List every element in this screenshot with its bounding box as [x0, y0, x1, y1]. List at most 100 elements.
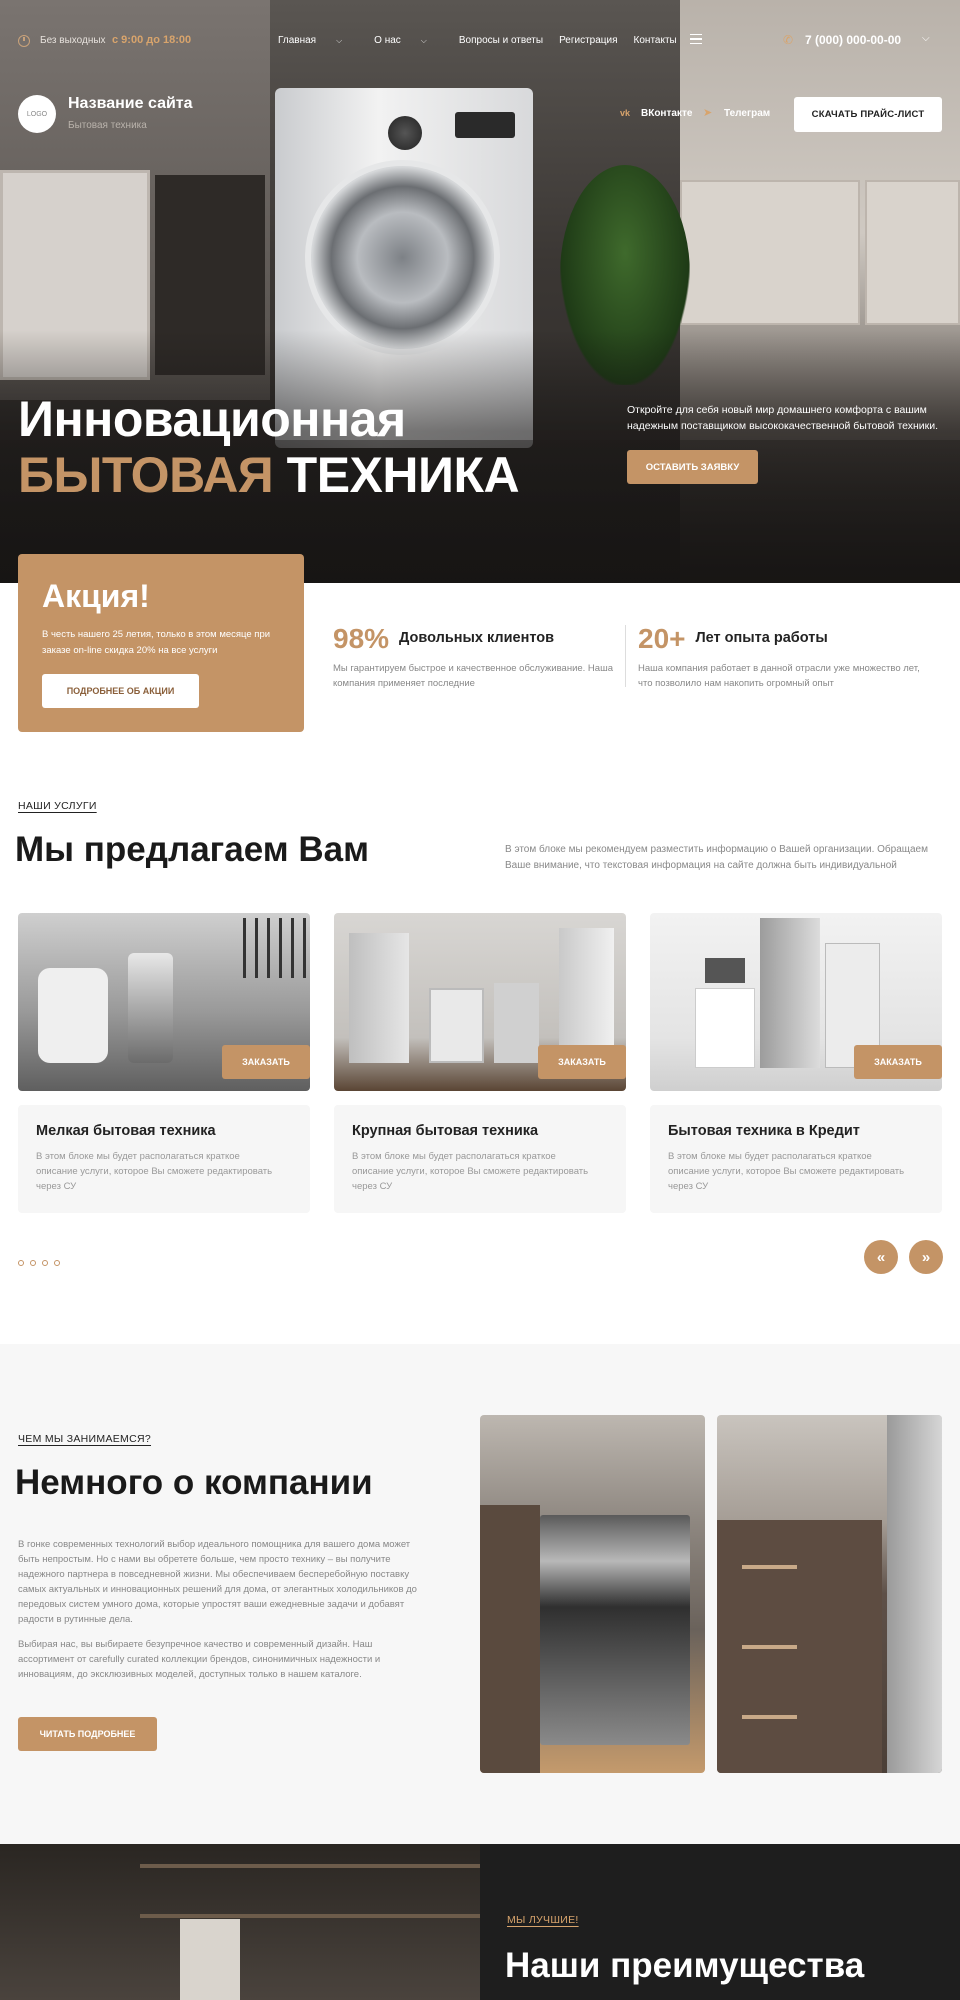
pagination-dot[interactable] [42, 1260, 48, 1266]
washer-knob [388, 116, 422, 150]
nav-item-faq[interactable]: Вопросы и ответы [459, 35, 543, 46]
clock-icon [18, 35, 30, 47]
promo-card: Акция! В честь нашего 25 летия, только в… [18, 554, 304, 732]
slider-pagination [18, 1260, 60, 1266]
site-tagline: Бытовая техника [68, 120, 147, 131]
nav-item-register[interactable]: Регистрация [559, 35, 617, 46]
download-price-button[interactable]: СКАЧАТЬ ПРАЙС-ЛИСТ [794, 97, 942, 132]
stat-label: Лет опыта работы [695, 630, 828, 646]
nav-item-contacts[interactable]: Контакты [634, 35, 677, 46]
service-card[interactable]: Мелкая бытовая техника В этом блоке мы б… [18, 1105, 310, 1213]
services-title: Мы предлагаем Вам [15, 830, 369, 869]
service-title: Бытовая техника в Кредит [668, 1123, 860, 1139]
order-button[interactable]: ЗАКАЗАТЬ [222, 1045, 310, 1079]
hero-title-line1: Инновационная [18, 391, 406, 447]
slider-prev-button[interactable]: « [864, 1240, 898, 1274]
service-text: В этом блоке мы будет располагаться крат… [352, 1151, 589, 1192]
phone-icon: ✆ [783, 33, 794, 47]
stat-text: Наша компания работает в данной отрасли … [638, 663, 920, 689]
fridge-shape [887, 1415, 942, 1773]
working-hours: с 9:00 до 18:00 [112, 34, 192, 46]
nav-item-about[interactable]: О нас ⌵ [374, 35, 443, 46]
order-button[interactable]: ЗАКАЗАТЬ [538, 1045, 626, 1079]
chevron-down-icon[interactable]: ⌵ [922, 33, 930, 44]
fridge-shape [559, 928, 614, 1063]
vk-icon[interactable]: vk [620, 108, 630, 118]
services-description: В этом блоке мы рекомендуем разместить и… [505, 844, 928, 871]
promo-title: Акция! [42, 578, 150, 614]
utensils-shape [243, 918, 308, 978]
advantages-title: Наши преимущества [505, 1946, 865, 1985]
main-nav: Главная ⌵ О нас ⌵ Вопросы и ответы Регистр… [278, 35, 693, 46]
about-paragraph: Выбирая нас, вы выбираете безупречное ка… [18, 1639, 381, 1680]
stove-shape [429, 988, 484, 1063]
hero-title-rest: ТЕХНИКА [286, 447, 520, 503]
microwave-shape [705, 958, 745, 983]
handle-shape [742, 1715, 797, 1719]
about-eyebrow: ЧЕМ МЫ ЗАНИМАЕМСЯ? [18, 1433, 152, 1445]
cabinet-shape [480, 1505, 540, 1773]
about-paragraph: В гонке современных технологий выбор иде… [18, 1539, 417, 1625]
stove-shape [540, 1515, 690, 1745]
nav-label: О нас [374, 35, 401, 46]
about-text: В гонке современных технологий выбор иде… [18, 1537, 428, 1692]
chevron-down-icon: ⌵ [420, 36, 427, 45]
stat-value: 98% [333, 623, 390, 654]
service-text: В этом блоке мы будет располагаться крат… [668, 1151, 905, 1192]
washer-shape [695, 988, 755, 1068]
about-title: Немного о компании [15, 1463, 373, 1502]
stat-value: 20+ [638, 623, 686, 654]
telegram-icon[interactable]: ➤ [703, 106, 712, 119]
service-image-credit: ЗАКАЗАТЬ [650, 913, 942, 1091]
services-eyebrow: НАШИ УСЛУГИ [18, 800, 97, 812]
pagination-dot[interactable] [30, 1260, 36, 1266]
about-image-cabinets [717, 1415, 942, 1773]
washer-shape [494, 983, 539, 1063]
leave-request-button[interactable]: ОСТАВИТЬ ЗАЯВКУ [627, 450, 758, 484]
advantages-eyebrow: МЫ ЛУЧШИЕ! [507, 1914, 579, 1926]
service-card[interactable]: Крупная бытовая техника В этом блоке мы … [334, 1105, 626, 1213]
stats-divider [625, 625, 626, 687]
handle-shape [742, 1565, 797, 1569]
blender-shape [128, 953, 173, 1063]
chevron-down-icon: ⌵ [336, 36, 343, 45]
stat-clients: 98% Довольных клиентов Мы гарантируем быс… [333, 623, 623, 691]
mixer-shape [38, 968, 108, 1063]
fridge-shape [760, 918, 820, 1068]
washer-drum [305, 160, 500, 355]
order-button[interactable]: ЗАКАЗАТЬ [854, 1045, 942, 1079]
hero-title-accent: БЫТОВАЯ [18, 447, 274, 503]
hero-section: Без выходных с 9:00 до 18:00 Главная ⌵ О … [0, 0, 960, 583]
nav-label: Главная [278, 35, 317, 46]
slider-next-button[interactable]: » [909, 1240, 943, 1274]
stat-label: Довольных клиентов [399, 630, 555, 646]
nav-item-home[interactable]: Главная ⌵ [278, 35, 358, 46]
service-text: В этом блоке мы будет располагаться крат… [36, 1151, 273, 1192]
working-days: Без выходных [40, 35, 106, 46]
hero-description: Откройте для себя новый мир домашнего ко… [627, 404, 939, 432]
shelf-shape [140, 1864, 480, 1868]
pagination-dot[interactable] [18, 1260, 24, 1266]
service-title: Крупная бытовая техника [352, 1123, 539, 1139]
hero-cabinet [680, 180, 860, 325]
service-title: Мелкая бытовая техника [36, 1123, 216, 1139]
service-card[interactable]: Бытовая техника в Кредит В этом блоке мы… [650, 1105, 942, 1213]
vk-link[interactable]: ВКонтакте [641, 108, 692, 119]
about-image-stove [480, 1415, 705, 1773]
advantages-image [0, 1844, 480, 2000]
shelf-shape [140, 1914, 480, 1918]
top-bar: Без выходных с 9:00 до 18:00 Главная ⌵ О … [0, 0, 960, 82]
promo-text: В честь нашего 25 летия, только в этом м… [42, 629, 271, 656]
promo-details-button[interactable]: ПОДРОБНЕЕ ОБ АКЦИИ [42, 674, 199, 708]
read-more-button[interactable]: ЧИТАТЬ ПОДРОБНЕЕ [18, 1717, 157, 1751]
pagination-dot[interactable] [54, 1260, 60, 1266]
logo[interactable]: LOGO [18, 95, 56, 133]
telegram-link[interactable]: Телеграм [724, 108, 770, 119]
service-image-small: ЗАКАЗАТЬ [18, 913, 310, 1091]
menu-icon[interactable] [690, 34, 702, 44]
hero-title-line2: БЫТОВАЯ ТЕХНИКА [18, 446, 520, 504]
phone-number[interactable]: 7 (000) 000-00-00 [805, 33, 901, 47]
hero-cabinet [865, 180, 960, 325]
stat-experience: 20+ Лет опыта работы Наша компания работа… [638, 623, 928, 691]
fridge-shape [349, 933, 409, 1063]
